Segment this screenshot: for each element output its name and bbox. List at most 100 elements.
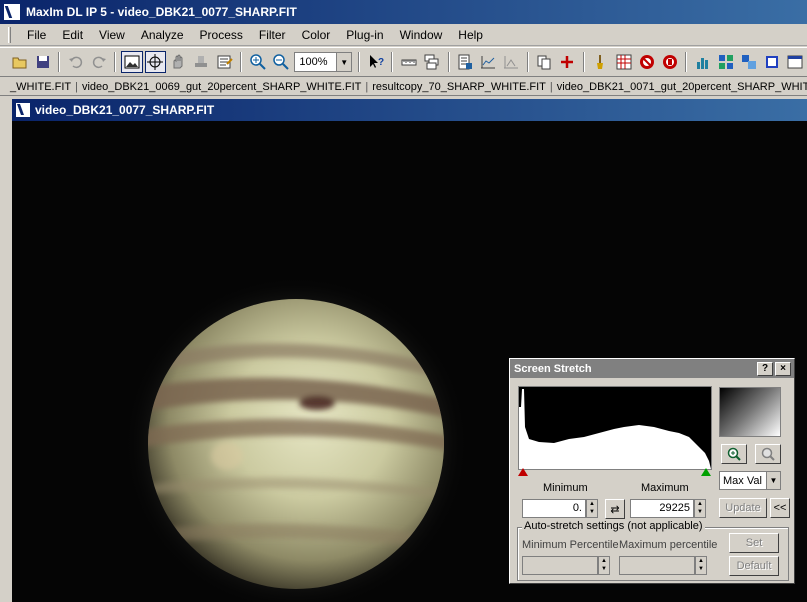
square-icon[interactable] <box>762 51 783 73</box>
menu-view[interactable]: View <box>91 28 133 42</box>
zoom-in-icon <box>727 447 741 461</box>
close-button[interactable]: × <box>775 361 791 376</box>
toolbar-separator <box>58 52 61 72</box>
document-tabs: _WHITE.FIT | video_DBK21_0069_gut_20perc… <box>0 78 807 96</box>
open-icon[interactable] <box>9 51 30 73</box>
toolbar-separator <box>447 52 450 72</box>
maximum-spinner[interactable]: ▲ ▼ <box>694 499 706 518</box>
grid-icon[interactable] <box>613 51 634 73</box>
set-button[interactable]: Set <box>729 533 779 553</box>
menu-plug-in[interactable]: Plug-in <box>338 28 391 42</box>
default-button[interactable]: Default <box>729 556 779 576</box>
menu-color[interactable]: Color <box>294 28 339 42</box>
undo-icon[interactable] <box>65 51 86 73</box>
zoom-out-button[interactable] <box>755 444 781 464</box>
toolbar-separator <box>114 52 117 72</box>
maximum-label: Maximum <box>641 482 689 494</box>
auto-stretch-title: Auto-stretch settings (not applicable) <box>522 520 705 532</box>
menu-edit[interactable]: Edit <box>54 28 91 42</box>
zoom-value: 100% <box>299 56 328 68</box>
main-toolbar: 100% ▼ ? <box>0 47 807 77</box>
chevron-down-icon[interactable]: ▼ <box>766 472 780 489</box>
gradient-preview <box>719 387 781 437</box>
add-icon[interactable] <box>557 51 578 73</box>
stretch-mode-value: Max Val <box>723 474 762 487</box>
plot-icon[interactable] <box>501 51 522 73</box>
redo-icon[interactable] <box>88 51 109 73</box>
maxim-logo-icon <box>16 103 30 117</box>
brush-icon[interactable] <box>590 51 611 73</box>
doc-tab[interactable]: _WHITE.FIT <box>6 81 75 93</box>
svg-text:?: ? <box>378 57 384 68</box>
chevron-down-icon[interactable]: ▼ <box>336 53 352 71</box>
help-button[interactable]: ? <box>757 361 773 376</box>
toolbar-separator <box>391 52 394 72</box>
menu-grip[interactable] <box>8 26 11 43</box>
copy-icon[interactable] <box>534 51 555 73</box>
colors-icon[interactable] <box>716 51 737 73</box>
save-icon[interactable] <box>32 51 53 73</box>
menu-process[interactable]: Process <box>192 28 251 42</box>
toolbar-separator <box>240 52 243 72</box>
hand-icon[interactable] <box>168 51 189 73</box>
properties-icon[interactable] <box>214 51 235 73</box>
min-percentile-spinner[interactable]: ▲ ▼ <box>598 556 610 575</box>
minimum-label: Minimum <box>543 482 588 494</box>
menu-bar: File Edit View Analyze Process Filter Co… <box>0 24 807 46</box>
min-percentile-label: Minimum Percentile <box>522 539 619 551</box>
image-window-title-bar[interactable]: video_DBK21_0077_SHARP.FIT <box>12 99 807 121</box>
graph-icon[interactable] <box>478 51 499 73</box>
help-cursor-icon[interactable]: ? <box>365 51 386 73</box>
menu-help[interactable]: Help <box>450 28 491 42</box>
update-button[interactable]: Update <box>719 498 767 518</box>
zoom-in-button[interactable] <box>721 444 747 464</box>
app-title-bar: MaxIm DL IP 5 - video_DBK21_0077_SHARP.F… <box>0 0 807 24</box>
dialog-title: Screen Stretch <box>514 362 592 375</box>
zoom-out-icon[interactable] <box>270 51 291 73</box>
screen-stretch-dialog: Screen Stretch ? × Max Val ▼ Minimum Max… <box>509 358 795 584</box>
table-icon[interactable] <box>455 51 476 73</box>
layers-icon[interactable] <box>739 51 760 73</box>
bar-chart-icon[interactable] <box>692 51 713 73</box>
menu-window[interactable]: Window <box>392 28 451 42</box>
app-title: MaxIm DL IP 5 - video_DBK21_0077_SHARP.F… <box>26 5 297 19</box>
toolbar-separator <box>685 52 688 72</box>
histogram[interactable] <box>518 386 712 470</box>
stack-icon[interactable] <box>421 51 442 73</box>
planet-disc <box>148 299 444 589</box>
minimum-spinner[interactable]: ▲ ▼ <box>586 499 598 518</box>
dialog-title-bar[interactable]: Screen Stretch ? × <box>510 359 794 378</box>
crosshair-icon[interactable] <box>144 51 166 73</box>
zoom-in-icon[interactable] <box>247 51 268 73</box>
record-icon[interactable] <box>659 51 680 73</box>
collapse-button[interactable]: << <box>770 498 790 518</box>
toolbar-separator <box>358 52 361 72</box>
doc-tab[interactable]: video_DBK21_0069_gut_20percent_SHARP_WHI… <box>78 81 365 93</box>
min-percentile-input[interactable] <box>522 556 598 575</box>
window-icon[interactable] <box>785 51 806 73</box>
doc-tab[interactable]: video_DBK21_0071_gut_20percent_SHARP_WHI… <box>553 81 807 93</box>
toolbar-separator <box>526 52 529 72</box>
ruler-icon[interactable] <box>398 51 419 73</box>
maximum-input[interactable]: 29225 <box>630 499 694 518</box>
menu-filter[interactable]: Filter <box>251 28 294 42</box>
toolbar-separator <box>583 52 586 72</box>
image-window-title: video_DBK21_0077_SHARP.FIT <box>35 103 215 117</box>
doc-tab[interactable]: resultcopy_70_SHARP_WHITE.FIT <box>368 81 550 93</box>
stop-icon[interactable] <box>636 51 657 73</box>
min-marker[interactable] <box>518 468 528 476</box>
stamp-icon[interactable] <box>191 51 212 73</box>
menu-analyze[interactable]: Analyze <box>133 28 192 42</box>
zoom-out-icon <box>761 447 775 461</box>
max-marker[interactable] <box>701 468 711 476</box>
swap-button[interactable]: ⇄ <box>605 499 625 519</box>
max-percentile-input[interactable] <box>619 556 695 575</box>
max-percentile-spinner[interactable]: ▲ ▼ <box>695 556 707 575</box>
stretch-mode-select[interactable]: Max Val ▼ <box>719 471 781 490</box>
minimum-input[interactable]: 0. <box>522 499 586 518</box>
max-percentile-label: Maximum percentile <box>619 539 718 551</box>
menu-file[interactable]: File <box>19 28 54 42</box>
zoom-select[interactable]: 100% ▼ <box>294 52 353 72</box>
maxim-logo-icon <box>4 4 20 20</box>
image-view-icon[interactable] <box>121 51 143 73</box>
